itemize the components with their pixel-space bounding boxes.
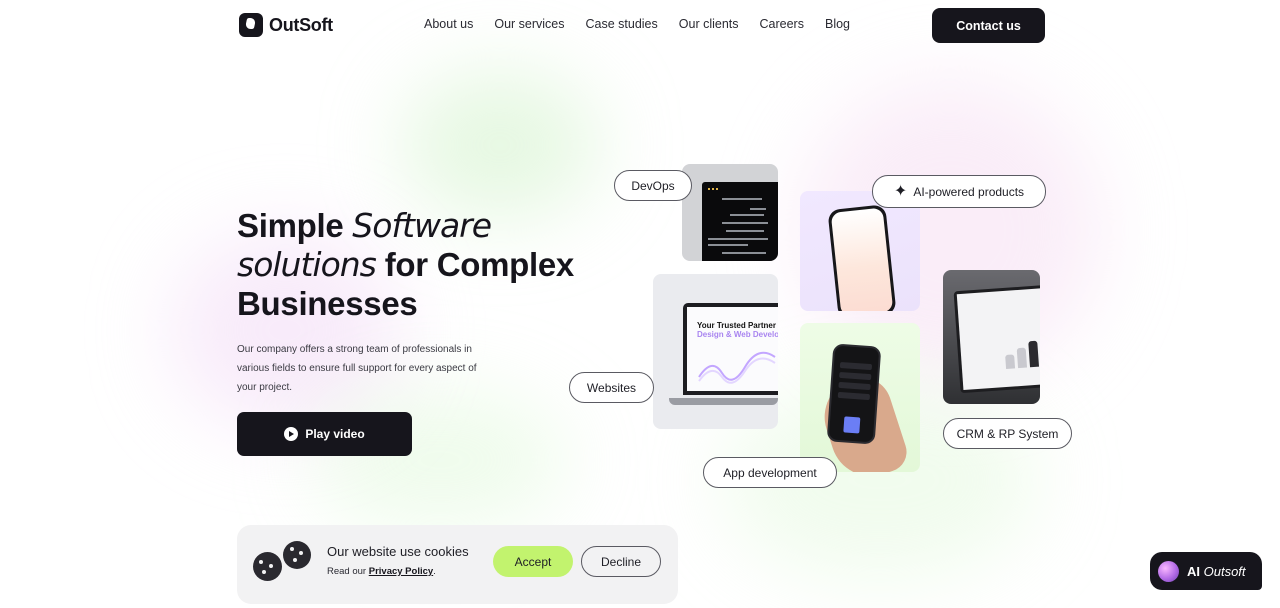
hero-title: Simple Software solutions for Complex Bu… <box>237 206 574 322</box>
nav-our-clients[interactable]: Our clients <box>679 17 739 31</box>
privacy-policy-link[interactable]: Privacy Policy <box>369 566 433 577</box>
tag-crm-rp-system[interactable]: CRM & RP System <box>943 418 1072 449</box>
tag-ai-powered-products[interactable]: ✦ AI-powered products <box>872 175 1046 208</box>
accept-cookies-button[interactable]: Accept <box>493 546 573 577</box>
ai-chat-button[interactable]: AI Outsoft <box>1150 552 1262 590</box>
contact-us-button[interactable]: Contact us <box>932 8 1045 43</box>
nav-careers[interactable]: Careers <box>760 17 804 31</box>
tag-app-development[interactable]: App development <box>703 457 837 488</box>
tag-websites[interactable]: Websites <box>569 372 654 403</box>
phone-mockup <box>827 204 897 311</box>
play-icon <box>284 427 299 441</box>
cookie-icon <box>283 541 311 569</box>
ai-card-image <box>800 191 920 311</box>
nav-about-us[interactable]: About us <box>424 17 473 31</box>
nav-our-services[interactable]: Our services <box>494 17 564 31</box>
tag-devops[interactable]: DevOps <box>614 170 692 201</box>
sparkle-icon: ✦ <box>893 182 908 200</box>
nav-case-studies[interactable]: Case studies <box>586 17 658 31</box>
play-video-label: Play video <box>305 427 365 441</box>
hero-description: Our company offers a strong team of prof… <box>237 344 477 393</box>
logo-text: OutSoft <box>269 14 333 35</box>
logo-icon <box>239 13 263 37</box>
ai-orb-icon <box>1158 560 1179 582</box>
main-nav: About us Our services Case studies Our c… <box>424 17 850 31</box>
crm-card-image <box>943 270 1040 404</box>
laptop-mockup: Your Trusted Partner Design & Web Develo <box>683 303 778 395</box>
phone-in-hand <box>826 343 882 445</box>
cookie-banner: Our website use cookies Read our Privacy… <box>237 525 678 604</box>
wave-graphic <box>698 351 776 384</box>
websites-card-image: Your Trusted Partner Design & Web Develo <box>653 274 778 429</box>
crm-laptop-mockup <box>953 284 1040 394</box>
terminal-screen <box>702 182 778 261</box>
logo[interactable]: OutSoft <box>239 13 333 37</box>
play-video-button[interactable]: Play video <box>237 412 412 456</box>
cookie-title: Our website use cookies <box>327 544 469 559</box>
devops-card-image <box>682 164 778 261</box>
app-card-image <box>800 323 920 472</box>
nav-blog[interactable]: Blog <box>825 17 850 31</box>
cookie-icon <box>253 552 282 581</box>
cookie-text: Read our Privacy Policy. <box>327 566 436 577</box>
decline-cookies-button[interactable]: Decline <box>581 546 661 577</box>
